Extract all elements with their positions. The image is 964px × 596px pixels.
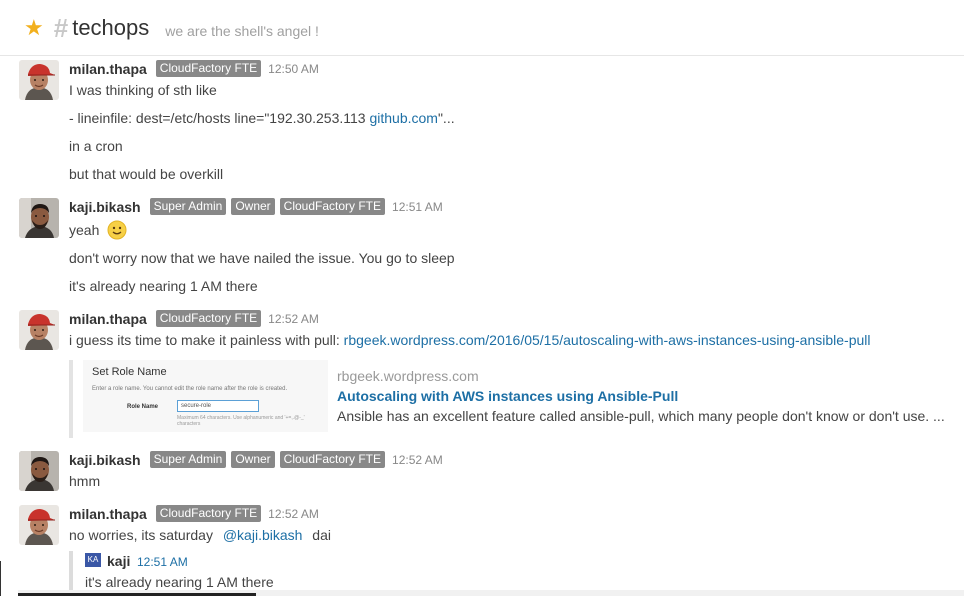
message-text-part: - lineinfile: dest=/etc/hosts line="192.… xyxy=(69,110,370,126)
timestamp[interactable]: 12:51 AM xyxy=(392,200,443,214)
smiley-emoji-icon xyxy=(107,220,127,243)
message-text-part: "... xyxy=(437,110,455,126)
hash-icon: # xyxy=(53,12,69,43)
avatar[interactable] xyxy=(19,310,59,350)
thumbnail-title: Set Role Name xyxy=(92,366,167,378)
quote-avatar[interactable]: KA xyxy=(85,553,101,567)
preview-description: Ansible has an excellent feature called … xyxy=(337,408,945,424)
message-text-part: i guess its time to make it painless wit… xyxy=(69,332,344,348)
thumbnail-hint: Maximum 64 characters. Use alphanumeric … xyxy=(177,415,305,427)
message-text-part: dai xyxy=(308,527,331,543)
preview-thumbnail[interactable]: Set Role Name Enter a role name. You can… xyxy=(83,360,328,432)
message-text: it's already nearing 1 AM there xyxy=(69,278,258,294)
role-badge: CloudFactory FTE xyxy=(279,451,386,468)
avatar[interactable] xyxy=(19,198,59,238)
quote-username[interactable]: kaji xyxy=(107,553,130,569)
message-text: - lineinfile: dest=/etc/hosts line="192.… xyxy=(69,110,455,126)
message-text: no worries, its saturday @kaji.bikash da… xyxy=(69,527,331,543)
message-list: milan.thapa CloudFactory FTE 12:50 AM I … xyxy=(0,57,964,596)
avatar[interactable] xyxy=(19,505,59,545)
timestamp[interactable]: 12:52 AM xyxy=(268,312,319,326)
message-header: milan.thapa CloudFactory FTE 12:52 AM xyxy=(69,310,319,327)
star-icon[interactable]: ★ xyxy=(24,16,44,39)
quote-text: it's already nearing 1 AM there xyxy=(85,574,274,590)
timestamp[interactable]: 12:52 AM xyxy=(392,453,443,467)
username[interactable]: milan.thapa xyxy=(69,311,147,327)
preview-site: rbgeek.wordpress.com xyxy=(337,368,479,384)
message-text: yeah xyxy=(69,220,127,243)
role-badge: Owner xyxy=(231,451,275,468)
message-text: I was thinking of sth like xyxy=(69,82,217,98)
timestamp[interactable]: 12:50 AM xyxy=(268,62,319,76)
role-badge: CloudFactory FTE xyxy=(155,310,262,327)
preview-title[interactable]: Autoscaling with AWS instances using Ans… xyxy=(337,388,678,404)
avatar[interactable] xyxy=(19,451,59,491)
username[interactable]: milan.thapa xyxy=(69,61,147,77)
channel-header: ★ # techops we are the shell's angel ! xyxy=(0,0,964,56)
username[interactable]: milan.thapa xyxy=(69,506,147,522)
username[interactable]: kaji.bikash xyxy=(69,199,141,215)
channel-name[interactable]: techops xyxy=(72,15,149,41)
quote-timestamp[interactable]: 12:51 AM xyxy=(137,555,188,569)
role-badge: CloudFactory FTE xyxy=(155,60,262,77)
username[interactable]: kaji.bikash xyxy=(69,452,141,468)
message-text: don't worry now that we have nailed the … xyxy=(69,250,455,266)
thumbnail-field: secure-role xyxy=(177,400,259,412)
message-link[interactable]: github.com xyxy=(369,110,437,126)
divider xyxy=(0,561,1,596)
message-link[interactable]: rbgeek.wordpress.com/2016/05/15/autoscal… xyxy=(344,332,871,348)
message-header: milan.thapa CloudFactory FTE 12:52 AM xyxy=(69,505,319,522)
role-badge: Super Admin xyxy=(149,198,227,215)
role-badge: CloudFactory FTE xyxy=(155,505,262,522)
avatar[interactable] xyxy=(19,60,59,100)
message-text: hmm xyxy=(69,473,101,489)
message-text-part: no worries, its saturday xyxy=(69,527,217,543)
role-badge: Owner xyxy=(231,198,275,215)
role-badge: Super Admin xyxy=(149,451,227,468)
message-header: kaji.bikash Super Admin Owner CloudFacto… xyxy=(69,451,443,468)
role-badge: CloudFactory FTE xyxy=(279,198,386,215)
message-text: but that would be overkill xyxy=(69,166,224,182)
thumbnail-subtitle: Enter a role name. You cannot edit the r… xyxy=(92,386,288,392)
message-header: milan.thapa CloudFactory FTE 12:50 AM xyxy=(69,60,319,77)
message-text-part: yeah xyxy=(69,222,100,239)
message-text: in a cron xyxy=(69,138,123,154)
thumbnail-field-label: Role Name xyxy=(127,404,159,410)
message-text: i guess its time to make it painless wit… xyxy=(69,332,871,348)
timestamp[interactable]: 12:52 AM xyxy=(268,507,319,521)
message-header: kaji.bikash Super Admin Owner CloudFacto… xyxy=(69,198,443,215)
link-preview: Set Role Name Enter a role name. You can… xyxy=(69,360,959,438)
user-mention[interactable]: @kaji.bikash xyxy=(223,527,303,543)
channel-topic: we are the shell's angel ! xyxy=(165,22,319,39)
